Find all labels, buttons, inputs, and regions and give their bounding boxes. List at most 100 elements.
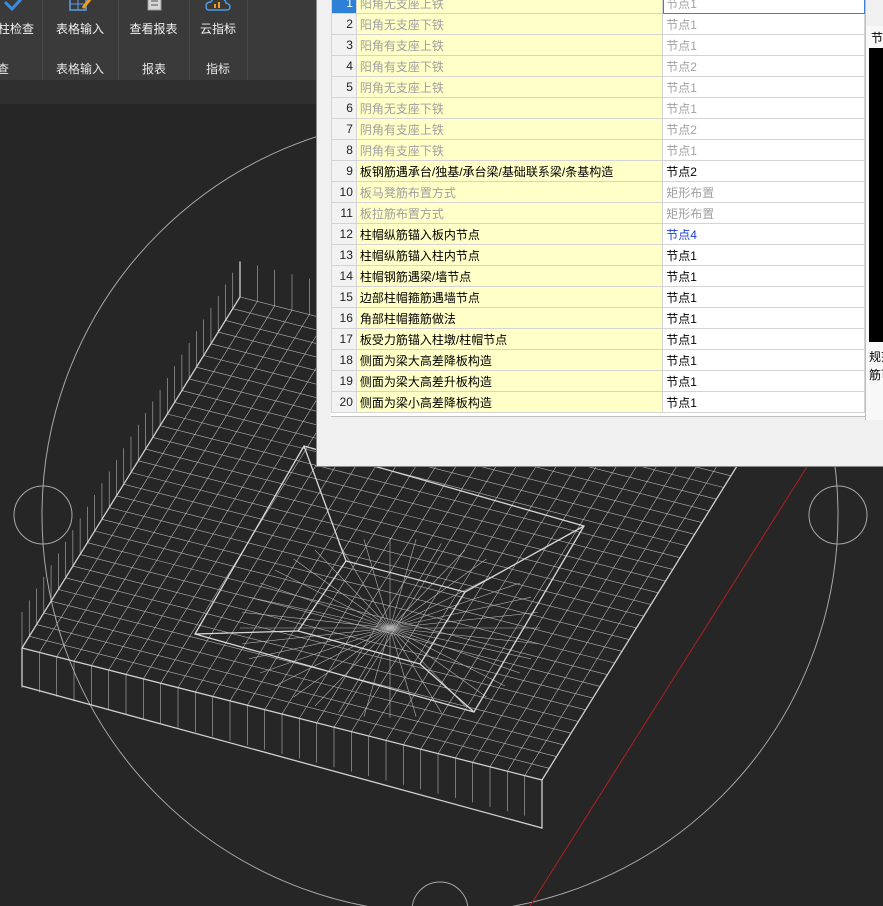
row-property-name: 阳角无支座下铁 xyxy=(355,13,664,35)
row-number: 15 xyxy=(331,286,357,308)
row-property-name: 侧面为梁大高差降板构造 xyxy=(355,349,664,371)
row-property-value[interactable]: 节点1 xyxy=(662,76,865,98)
table-row[interactable]: 19 侧面为梁大高差升板构造 节点1 xyxy=(331,370,865,392)
row-number: 8 xyxy=(331,139,357,161)
row-property-value[interactable]: 节点1 xyxy=(662,34,865,56)
table-row[interactable]: 15 边部柱帽箍筋遇墙节点 节点1 xyxy=(331,286,865,308)
column-check-button[interactable]: 柱检查 xyxy=(0,0,42,50)
table-row[interactable]: 6 阴角无支座下铁 节点1 xyxy=(331,97,865,119)
row-number: 19 xyxy=(331,370,357,392)
row-property-name: 阳角有支座上铁 xyxy=(355,34,664,56)
row-number: 10 xyxy=(331,181,357,203)
row-number: 17 xyxy=(331,328,357,350)
row-number: 6 xyxy=(331,97,357,119)
ribbon-group-check: 柱检查 查 xyxy=(0,0,43,80)
view-report-button[interactable]: 查看报表 xyxy=(118,0,189,50)
row-property-name: 侧面为梁大高差升板构造 xyxy=(355,370,664,392)
row-property-value[interactable]: 节点1 xyxy=(662,244,865,266)
table-row[interactable]: 5 阴角无支座上铁 节点1 xyxy=(331,76,865,98)
table-row[interactable]: 2 阳角无支座下铁 节点1 xyxy=(331,13,865,35)
grid-line xyxy=(109,507,630,640)
grid-line xyxy=(130,472,652,605)
preview-title: 节点 xyxy=(871,31,883,45)
row-property-name: 角部柱帽箍筋做法 xyxy=(355,307,664,329)
ring-marker-bottom xyxy=(411,881,469,906)
row-property-value[interactable]: 节点2 xyxy=(662,118,865,140)
grid-line xyxy=(58,589,579,722)
table-row[interactable]: 9 板钢筋遇承台/独基/承台梁/基础联系梁/条基构造 节点2 xyxy=(331,160,865,182)
row-number: 2 xyxy=(331,13,357,35)
row-property-value[interactable]: 节点4 xyxy=(662,223,865,245)
group-label-table-input: 表格输入 xyxy=(56,62,105,76)
row-property-name: 阴角有支座下铁 xyxy=(355,139,664,161)
node-settings-grid[interactable]: 1 阳角无支座上铁 节点1 2 阳角无支座下铁 节点1 3 阳角有支座上铁 节点1 4 阳角有支座下… xyxy=(331,0,866,417)
grid-line xyxy=(123,483,644,617)
cloud-index-button[interactable]: 云指标 xyxy=(189,0,247,50)
table-row[interactable]: 18 侧面为梁大高差降板构造 节点1 xyxy=(331,349,865,371)
row-property-value[interactable]: 节点1 xyxy=(662,370,865,392)
node-settings-table: 1 阳角无支座上铁 节点1 2 阳角无支座下铁 节点1 3 阳角有支座上铁 节点1 4 阳角有支座下… xyxy=(331,0,865,413)
row-property-value[interactable]: 节点2 xyxy=(662,55,865,77)
check-icon xyxy=(3,0,23,12)
row-property-name: 柱帽钢筋遇梁/墙节点 xyxy=(355,265,664,287)
view-report-label: 查看报表 xyxy=(129,22,178,36)
table-row[interactable]: 14 柱帽钢筋遇梁/墙节点 节点1 xyxy=(331,265,865,287)
column-check-label: 柱检查 xyxy=(0,22,34,36)
row-property-name: 柱帽纵筋锚入板内节点 xyxy=(355,223,664,245)
row-property-value[interactable]: 节点1 xyxy=(662,286,865,308)
row-property-name: 板钢筋遇承台/独基/承台梁/基础联系梁/条基构造 xyxy=(355,160,664,182)
row-property-value[interactable]: 节点1 xyxy=(662,97,865,119)
table-input-button[interactable]: 表格输入 xyxy=(42,0,118,50)
row-property-name: 阳角有支座下铁 xyxy=(355,55,664,77)
group-label-index: 指标 xyxy=(206,62,231,76)
row-property-name: 板马凳筋布置方式 xyxy=(355,181,664,203)
node-preview-canvas xyxy=(869,48,883,342)
table-row[interactable]: 10 板马凳筋布置方式 矩形布置 xyxy=(331,181,865,203)
row-property-value[interactable]: 节点1 xyxy=(662,307,865,329)
grid-line xyxy=(87,542,608,675)
row-number: 16 xyxy=(331,307,357,329)
row-property-name: 阴角无支座上铁 xyxy=(355,76,664,98)
table-row[interactable]: 20 侧面为梁小高差降板构造 节点1 xyxy=(331,391,865,413)
table-row[interactable]: 3 阳角有支座上铁 节点1 xyxy=(331,34,865,56)
row-number: 4 xyxy=(331,55,357,77)
row-number: 11 xyxy=(331,202,357,224)
row-property-value[interactable]: 节点1 xyxy=(662,139,865,161)
group-label-check: 查 xyxy=(0,62,10,76)
row-property-value[interactable]: 节点1 xyxy=(662,0,865,14)
table-row[interactable]: 7 阴角有支座上铁 节点2 xyxy=(331,118,865,140)
ribbon-group-report: 查看报表 报表 xyxy=(118,0,190,80)
table-input-label: 表格输入 xyxy=(55,22,104,36)
grid-line xyxy=(101,519,623,652)
row-property-value[interactable]: 节点2 xyxy=(662,160,865,182)
table-row[interactable]: 4 阳角有支座下铁 节点2 xyxy=(331,55,865,77)
row-number: 3 xyxy=(331,34,357,56)
row-property-value[interactable]: 节点1 xyxy=(662,391,865,413)
row-number: 12 xyxy=(331,223,357,245)
table-row[interactable]: 11 板拉筋布置方式 矩形布置 xyxy=(331,202,865,224)
table-row[interactable]: 13 柱帽纵筋锚入柱内节点 节点1 xyxy=(331,244,865,266)
table-row[interactable]: 8 阴角有支座下铁 节点1 xyxy=(331,139,865,161)
row-property-name: 侧面为梁小高差降板构造 xyxy=(355,391,664,413)
node-preview-panel: 节点 规范 筋可 xyxy=(865,26,883,420)
table-row[interactable]: 16 角部柱帽箍筋做法 节点1 xyxy=(331,307,865,329)
row-property-name: 阴角有支座上铁 xyxy=(355,118,664,140)
table-row[interactable]: 1 阳角无支座上铁 节点1 xyxy=(331,0,865,14)
row-property-value[interactable]: 矩形布置 xyxy=(662,202,865,224)
row-property-value[interactable]: 矩形布置 xyxy=(662,181,865,203)
row-property-value[interactable]: 节点1 xyxy=(662,265,865,287)
row-property-name: 板受力筋锚入柱墩/柱帽节点 xyxy=(355,328,664,350)
row-property-value[interactable]: 节点1 xyxy=(662,13,865,35)
row-property-name: 阳角无支座上铁 xyxy=(355,0,664,14)
grid-line xyxy=(94,530,615,664)
row-property-name: 边部柱帽箍筋遇墙节点 xyxy=(355,286,664,308)
grid-line xyxy=(524,424,743,776)
row-number: 14 xyxy=(331,265,357,287)
row-property-value[interactable]: 节点1 xyxy=(662,328,865,350)
cloud-index-label: 云指标 xyxy=(199,22,236,36)
grid-line xyxy=(80,554,601,687)
row-property-name: 板拉筋布置方式 xyxy=(355,202,664,224)
row-property-value[interactable]: 节点1 xyxy=(662,349,865,371)
table-row[interactable]: 12 柱帽纵筋锚入板内节点 节点4 xyxy=(331,223,865,245)
table-row[interactable]: 17 板受力筋锚入柱墩/柱帽节点 节点1 xyxy=(331,328,865,350)
